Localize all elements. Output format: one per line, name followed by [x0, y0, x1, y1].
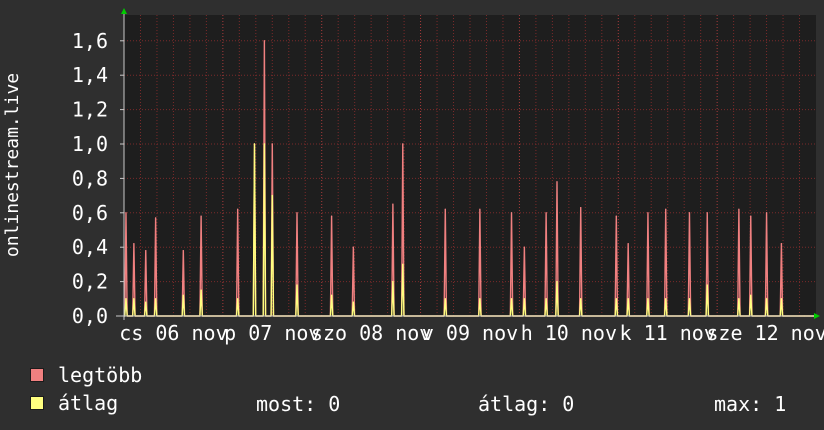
data-point: [392, 281, 394, 283]
data-point: [263, 143, 265, 145]
data-point: [402, 143, 404, 145]
data-point: [133, 243, 135, 245]
x-tick-label: h 10 nov: [521, 321, 617, 345]
y-tick-label: 0,6: [72, 201, 108, 225]
data-point: [523, 298, 525, 300]
data-point: [237, 298, 239, 300]
data-point: [545, 212, 547, 214]
data-point: [444, 298, 446, 300]
data-point: [402, 263, 404, 265]
data-point: [271, 195, 273, 197]
data-point: [688, 212, 691, 214]
data-point: [556, 281, 558, 283]
legend-item-max: legtöbb: [30, 363, 143, 387]
data-point: [765, 212, 768, 214]
data-point: [296, 284, 298, 286]
data-point: [523, 246, 525, 248]
data-point: [200, 215, 202, 217]
data-point: [392, 203, 394, 205]
legend-swatch-max: [30, 368, 44, 382]
data-point: [271, 143, 273, 145]
x-tick-label: v 09 nov: [422, 321, 518, 345]
y-tick-label: 0,4: [72, 235, 108, 259]
data-point: [780, 298, 783, 300]
data-point: [155, 217, 157, 219]
data-point: [706, 212, 708, 214]
data-point: [615, 215, 617, 217]
data-point: [738, 298, 740, 300]
y-tick-label: 0,0: [72, 304, 108, 328]
data-point: [706, 284, 708, 286]
data-point: [200, 289, 202, 291]
y-tick-label: 1,2: [72, 98, 108, 122]
data-point: [665, 208, 667, 210]
data-point: [296, 212, 298, 214]
data-point: [479, 298, 481, 300]
x-tick-label: szo 08 nov: [311, 321, 431, 345]
legend-label-max: legtöbb: [58, 363, 143, 387]
y-tick-label: 1,0: [72, 132, 108, 156]
y-axis-label: onlinestream.live: [2, 73, 23, 257]
data-point: [510, 298, 513, 300]
data-point: [738, 208, 740, 210]
y-tick-label: 1,4: [72, 63, 108, 87]
data-point: [182, 294, 184, 296]
data-point: [688, 298, 691, 300]
data-point: [145, 250, 147, 252]
y-tick-label: 0,2: [72, 270, 108, 294]
data-point: [125, 298, 127, 300]
stat-max: max: 1: [714, 392, 787, 416]
data-point: [627, 243, 629, 245]
data-point: [182, 250, 184, 252]
x-tick-label: k 11 nov: [620, 321, 716, 345]
data-point: [263, 40, 265, 42]
data-point: [765, 298, 768, 300]
data-point: [479, 208, 481, 210]
x-tick-label: p 07 nov: [224, 321, 320, 345]
data-point: [331, 215, 333, 217]
data-point: [444, 208, 446, 210]
data-point: [125, 212, 127, 214]
y-tick-labels: 0,0 0,2 0,4 0,6 0,8 1,0 1,2 1,4 1,6: [72, 29, 108, 328]
data-point: [145, 301, 147, 303]
data-point: [352, 246, 354, 248]
x-tick-label: cs 06 nov: [119, 321, 227, 345]
data-point: [580, 207, 582, 209]
y-axis-arrow: [121, 8, 127, 14]
x-tick-labels: cs 06 novp 07 novszo 08 novv 09 nov h 10 …: [119, 321, 824, 345]
stat-atlag: átlag: 0: [478, 392, 575, 416]
data-point: [580, 298, 582, 300]
data-point: [133, 298, 135, 300]
data-point: [665, 298, 667, 300]
x-tick-label: sze 12 nov: [706, 321, 824, 345]
data-point: [510, 212, 513, 214]
data-point: [545, 298, 547, 300]
data-point: [647, 212, 649, 214]
data-point: [627, 298, 629, 300]
y-tick-label: 0,8: [72, 166, 108, 190]
data-point: [750, 215, 752, 217]
data-point: [352, 301, 354, 303]
y-tick-label: 1,6: [72, 29, 108, 53]
legend-label-avg: átlag: [58, 391, 119, 415]
data-point: [253, 143, 256, 145]
data-point: [556, 181, 558, 183]
stat-most: most: 0: [256, 392, 341, 416]
legend-item-avg: átlag: [30, 391, 119, 415]
data-point: [155, 298, 157, 300]
data-point: [331, 294, 333, 296]
data-point: [615, 298, 617, 300]
data-point: [780, 243, 783, 245]
data-point: [647, 298, 649, 300]
data-point: [750, 294, 752, 296]
legend-swatch-avg: [30, 396, 44, 410]
x-axis-arrow: [814, 313, 820, 319]
data-point: [237, 208, 239, 210]
